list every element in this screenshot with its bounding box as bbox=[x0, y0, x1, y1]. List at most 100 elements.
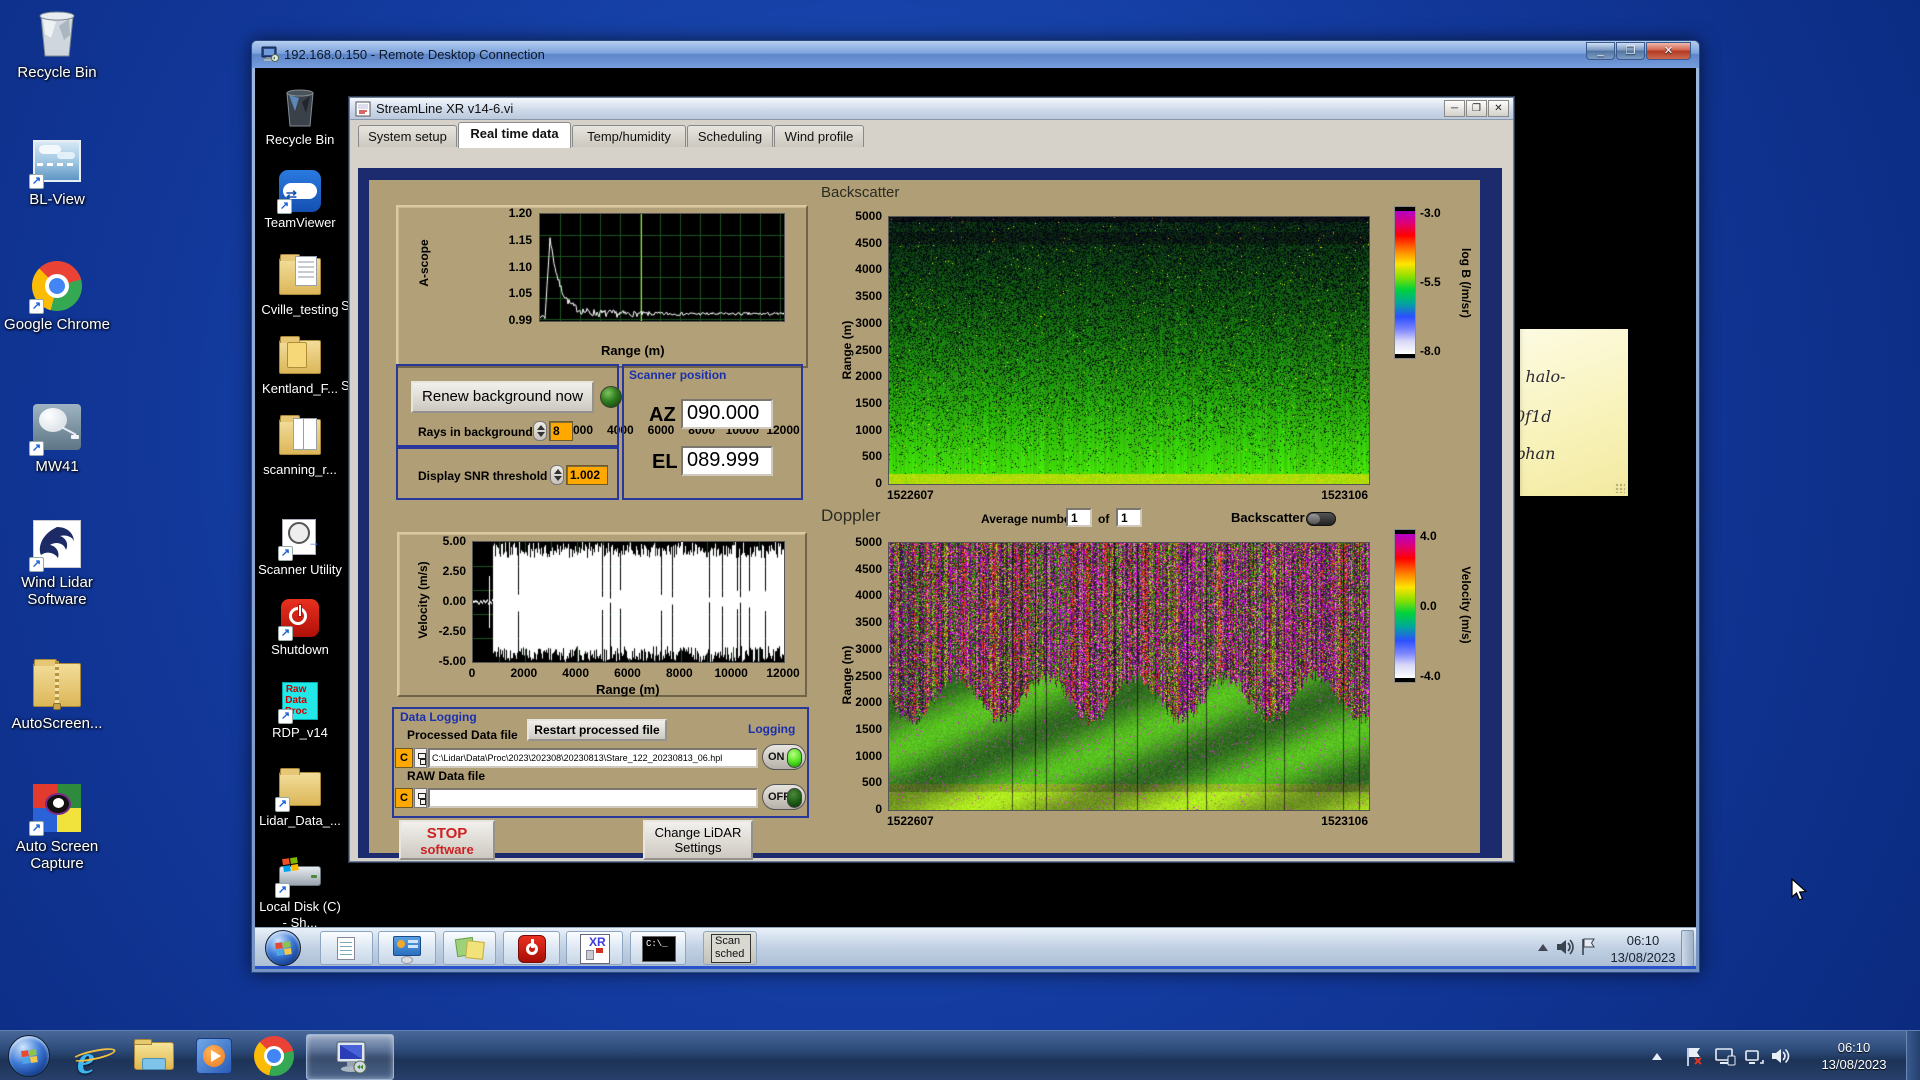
change-lidar-settings-button[interactable]: Change LiDAR Settings bbox=[643, 820, 753, 860]
rdc-minimize-button[interactable]: _ bbox=[1586, 42, 1615, 60]
backscatter-colorbar-label: log B (/m/sr) bbox=[1459, 247, 1473, 318]
doppler-x-end: 1523106 bbox=[1321, 814, 1368, 828]
tray-expand-icon[interactable] bbox=[1652, 1053, 1662, 1060]
backscatter-heatmap[interactable] bbox=[888, 216, 1370, 485]
sticky-note-line: 0f1d bbox=[1520, 407, 1552, 426]
rdc-titlebar[interactable]: 192.168.0.150 - Remote Desktop Connectio… bbox=[252, 41, 1699, 68]
remote-start-button[interactable] bbox=[265, 930, 301, 966]
raw-path-browse-icon[interactable] bbox=[414, 788, 427, 808]
host-clock[interactable]: 06:10 13/08/2023 bbox=[1806, 1039, 1902, 1073]
desktop-icon-mw41[interactable]: ↗ MW41 bbox=[2, 402, 112, 475]
doppler-heatmap[interactable] bbox=[888, 542, 1370, 811]
axis-tick-label: 2000 bbox=[510, 666, 538, 680]
taskbar-notepad-button[interactable] bbox=[320, 931, 373, 965]
desktop-icon-bl-view[interactable]: ↗ BL-View bbox=[2, 135, 112, 208]
vi-minimize-button[interactable]: ─ bbox=[1444, 100, 1465, 117]
raw-logging-toggle-off[interactable]: OFF bbox=[762, 784, 806, 810]
remote-desktop: Recycle Bin ⇄ ↗ TeamViewer Cville_testin… bbox=[255, 68, 1696, 969]
axis-tick-label: 1000 bbox=[855, 748, 882, 763]
snr-spinner[interactable] bbox=[550, 465, 564, 485]
taskbar-streamline-xr-button[interactable]: XR bbox=[566, 931, 623, 965]
vi-titlebar[interactable]: StreamLine XR v14-6.vi ─ ❐ ✕ bbox=[350, 98, 1513, 120]
remote-icon-local-disk[interactable]: ↗ Local Disk (C) - Sh... bbox=[257, 856, 343, 931]
backscatter-toggle-switch[interactable] bbox=[1306, 512, 1336, 526]
desktop-icon-wind-lidar-software[interactable]: ↗ Wind Lidar Software bbox=[2, 518, 112, 608]
show-desktop-button[interactable] bbox=[1906, 1031, 1920, 1080]
renew-background-button[interactable]: Renew background now bbox=[411, 381, 594, 413]
snr-value-field[interactable]: 1.002 bbox=[566, 465, 608, 485]
remote-icon-teamviewer[interactable]: ⇄ ↗ TeamViewer bbox=[257, 170, 343, 230]
folder-icon bbox=[277, 336, 323, 378]
average-number-field[interactable]: 1 bbox=[1066, 508, 1092, 527]
rdc-maximize-button[interactable]: ❐ bbox=[1616, 42, 1645, 60]
vi-close-button[interactable]: ✕ bbox=[1488, 100, 1509, 117]
taskbar-windows-explorer[interactable] bbox=[130, 1036, 178, 1076]
tab-temp-humidity[interactable]: Temp/humidity bbox=[572, 125, 686, 147]
rays-value-field[interactable]: 8 bbox=[549, 421, 573, 441]
remote-icon-rdp-v14[interactable]: Raw Data Proc ↗ RDP_v14 bbox=[257, 682, 343, 740]
processed-path-field[interactable]: C:\Lidar\Data\Proc\2023\202308\20230813\… bbox=[428, 748, 758, 768]
bl-view-icon: ↗ bbox=[29, 135, 83, 189]
taskbar-media-player[interactable] bbox=[190, 1036, 238, 1076]
streamline-vi-window: StreamLine XR v14-6.vi ─ ❐ ✕ System setu… bbox=[348, 96, 1515, 863]
taskbar-rdc-active-button[interactable] bbox=[306, 1034, 394, 1080]
remote-icon-label: Scanner Utility bbox=[258, 562, 342, 577]
tray-network-icon[interactable] bbox=[1744, 1047, 1764, 1067]
start-button[interactable] bbox=[8, 1035, 50, 1077]
restart-processed-file-button[interactable]: Restart processed file bbox=[527, 719, 667, 741]
el-value-field[interactable]: 089.999 bbox=[681, 446, 773, 476]
axis-tick-label: 2000 bbox=[855, 695, 882, 710]
remote-icon-shutdown[interactable]: ↗ Shutdown bbox=[257, 599, 343, 657]
rays-spinner[interactable] bbox=[533, 421, 547, 441]
raw-path-field[interactable] bbox=[428, 788, 758, 808]
remote-show-desktop-button[interactable] bbox=[1681, 930, 1694, 967]
rdc-close-button[interactable]: ✕ bbox=[1646, 42, 1691, 60]
desktop-icon-auto-screen-capture[interactable]: ↗ Auto Screen Capture bbox=[2, 782, 112, 872]
taskbar-internet-explorer[interactable]: e bbox=[70, 1036, 118, 1080]
action-center-flag-icon[interactable] bbox=[1580, 937, 1598, 957]
taskbar-display-settings-button[interactable] bbox=[378, 931, 436, 965]
remote-clock[interactable]: 06:10 13/08/2023 bbox=[1607, 932, 1679, 966]
vi-maximize-button[interactable]: ❐ bbox=[1466, 100, 1487, 117]
resize-grip-icon[interactable] bbox=[1615, 483, 1625, 493]
remote-icon-lidar-data[interactable]: ↗ Lidar_Data_... bbox=[257, 768, 343, 828]
tab-system-setup[interactable]: System setup bbox=[358, 125, 457, 147]
raw-path-drive-icon[interactable]: C bbox=[395, 788, 413, 808]
chrome-icon: ↗ bbox=[29, 260, 83, 314]
desktop-icon-autoscreen-zip[interactable]: AutoScreen... bbox=[2, 659, 112, 732]
desktop-icon-google-chrome[interactable]: ↗ Google Chrome bbox=[2, 260, 112, 333]
taskbar-shutdown-button[interactable] bbox=[503, 931, 560, 965]
axis-tick-label: 0 bbox=[875, 802, 882, 816]
remote-icon-scanning[interactable]: scanning_r... bbox=[257, 415, 343, 477]
velocity-plot[interactable] bbox=[472, 541, 785, 663]
average-number-label: Average number bbox=[981, 512, 1076, 526]
shortcut-arrow-icon: ↗ bbox=[278, 626, 293, 641]
remote-icon-cville-testing[interactable]: Cville_testing bbox=[257, 254, 343, 317]
remote-icon-kentland[interactable]: Kentland_F... bbox=[257, 336, 343, 396]
remote-icon-recycle-bin[interactable]: Recycle Bin bbox=[257, 87, 343, 147]
processed-path-browse-icon[interactable] bbox=[414, 748, 427, 768]
az-value-field[interactable]: 090.000 bbox=[681, 399, 773, 429]
tab-real-time-data[interactable]: Real time data bbox=[458, 122, 571, 148]
processed-logging-toggle-on[interactable]: ON bbox=[762, 744, 806, 770]
taskbar-chrome[interactable] bbox=[250, 1036, 298, 1076]
rdc-window: 192.168.0.150 - Remote Desktop Connectio… bbox=[251, 40, 1700, 973]
taskbar-cmd-button[interactable]: C:\_ bbox=[630, 931, 686, 965]
tray-expand-icon[interactable] bbox=[1538, 944, 1548, 951]
axis-tick-label: 1.05 bbox=[508, 286, 532, 301]
volume-icon[interactable] bbox=[1770, 1046, 1792, 1066]
stop-software-button[interactable]: STOP software bbox=[399, 820, 495, 860]
taskbar-sticky-notes-button[interactable] bbox=[443, 931, 496, 965]
processed-path-drive-icon[interactable]: C bbox=[395, 748, 413, 768]
remote-icon-scanner-utility[interactable]: → ↗ Scanner Utility bbox=[257, 519, 343, 578]
volume-icon[interactable] bbox=[1555, 938, 1575, 956]
tray-device-icon[interactable] bbox=[1714, 1047, 1736, 1067]
taskbar-scan-sched-button[interactable]: Scan sched bbox=[703, 931, 757, 965]
tab-wind-profile[interactable]: Wind profile bbox=[774, 125, 864, 147]
average-total-field[interactable]: 1 bbox=[1116, 508, 1142, 527]
sticky-note[interactable]: : halo- 0f1d phan bbox=[1520, 329, 1628, 496]
tab-scheduling[interactable]: Scheduling bbox=[687, 125, 773, 147]
desktop-icon-recycle-bin[interactable]: Recycle Bin bbox=[2, 8, 112, 81]
action-center-flag-icon[interactable] bbox=[1684, 1046, 1704, 1068]
ascope-plot[interactable] bbox=[539, 213, 785, 322]
